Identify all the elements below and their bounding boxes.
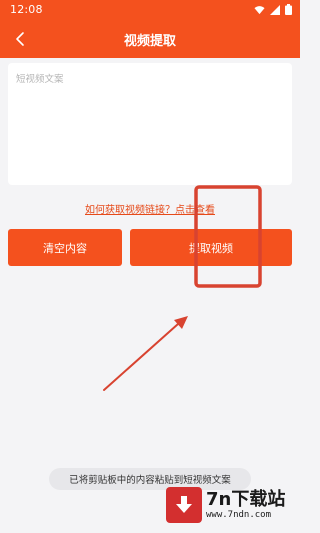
status-bar: 12:08	[0, 0, 300, 20]
extract-video-button[interactable]: 提取视频	[130, 229, 292, 266]
arrow-head	[174, 316, 188, 329]
watermark-url: www.7ndn.com	[206, 509, 272, 520]
download-icon	[166, 487, 202, 523]
video-text-input[interactable]: 短视频文案	[8, 63, 292, 185]
battery-icon	[285, 4, 292, 15]
input-placeholder: 短视频文案	[16, 74, 64, 85]
page-title: 视频提取	[123, 34, 176, 49]
clear-content-button[interactable]: 清空内容	[8, 229, 122, 266]
signal-icon	[270, 4, 280, 15]
status-time: 12:08	[10, 3, 43, 16]
help-link[interactable]: 如何获取视频链接？点击查看	[0, 201, 300, 216]
clear-content-label: 清空内容	[43, 241, 87, 255]
status-icons	[254, 4, 292, 15]
watermark-brand: 7n下载站	[206, 488, 286, 510]
watermark: 7n下载站 www.7ndn.com	[166, 483, 294, 527]
wifi-icon	[254, 5, 265, 14]
arrow-shaft	[103, 323, 179, 391]
extract-video-label: 提取视频	[189, 241, 233, 255]
app-header: 12:08 视频提取	[0, 0, 300, 58]
title-bar: 视频提取	[0, 20, 300, 58]
